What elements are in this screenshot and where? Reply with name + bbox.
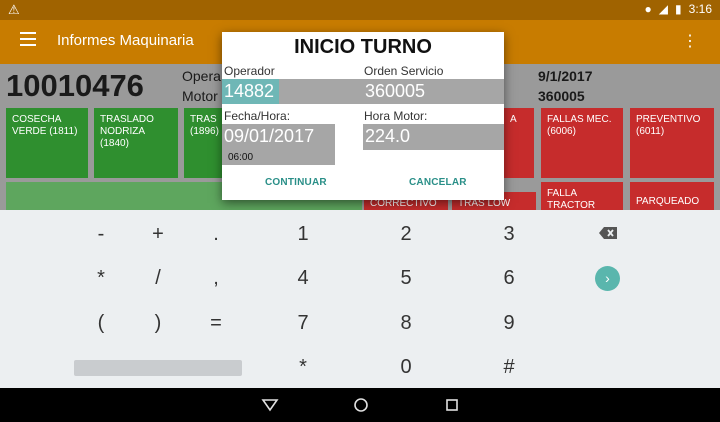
machine-date: 9/1/2017 <box>538 68 593 84</box>
tile-preventivo[interactable]: PREVENTIVO (6011) <box>630 108 714 178</box>
numeric-keyboard: - + . 1 2 3 * / , 4 5 6 › ( ) = 7 8 9 * … <box>0 210 720 388</box>
key-2[interactable]: 2 <box>386 223 426 246</box>
tile-parqueado[interactable]: PARQUEADO <box>630 182 714 210</box>
space-key[interactable] <box>74 360 242 376</box>
hora-motor-label: Hora Motor: <box>364 109 428 123</box>
location-icon: ● <box>644 2 652 16</box>
key-minus[interactable]: - <box>81 223 121 246</box>
signal-icon: ◢ <box>658 2 669 16</box>
tile-falla-tractor[interactable]: FALLA TRACTOR <box>541 182 623 210</box>
recents-icon[interactable] <box>442 398 462 412</box>
key-0[interactable]: 0 <box>386 356 426 379</box>
key-star[interactable]: * <box>283 356 323 379</box>
tile-tras[interactable]: TRAS (1896) <box>184 108 224 178</box>
key-plus[interactable]: + <box>138 223 178 246</box>
operador-field[interactable]: 14882 <box>222 79 279 104</box>
nav-bar <box>0 388 720 422</box>
enter-next-icon[interactable]: › <box>595 266 620 291</box>
key-6[interactable]: 6 <box>489 267 529 290</box>
key-open-paren[interactable]: ( <box>81 312 121 335</box>
status-time: 3:16 <box>688 2 712 16</box>
motor-label: Motor <box>182 88 218 104</box>
key-5[interactable]: 5 <box>386 267 426 290</box>
hora-value: 06:00 <box>228 152 254 163</box>
machine-id: 10010476 <box>6 68 144 103</box>
key-equals[interactable]: = <box>196 312 236 335</box>
overflow-menu-icon[interactable]: ⋮ <box>682 31 698 51</box>
key-7[interactable]: 7 <box>283 312 323 335</box>
hamburger-menu-icon[interactable] <box>20 32 36 46</box>
key-close-paren[interactable]: ) <box>138 312 178 335</box>
operador-label: Operador <box>224 64 275 78</box>
back-icon[interactable] <box>260 398 280 412</box>
backspace-icon[interactable] <box>598 226 618 240</box>
key-9[interactable]: 9 <box>489 312 529 335</box>
fecha-hora-field[interactable]: 09/01/2017 06:00 <box>222 124 335 165</box>
fecha-value: 09/01/2017 <box>224 126 315 146</box>
key-4[interactable]: 4 <box>283 267 323 290</box>
operator-label: Opera <box>182 68 221 84</box>
hora-motor-field[interactable]: 224.0 <box>363 124 504 150</box>
fecha-hora-label: Fecha/Hora: <box>224 109 291 123</box>
cancelar-button[interactable]: CANCELAR <box>409 177 467 188</box>
operador-field-bg[interactable] <box>279 79 363 104</box>
key-slash[interactable]: / <box>138 267 178 290</box>
continuar-button[interactable]: CONTINUAR <box>265 177 327 188</box>
tile-partial[interactable]: A <box>504 108 534 178</box>
dialog-title: INICIO TURNO <box>294 36 432 58</box>
key-asterisk[interactable]: * <box>81 267 121 290</box>
machine-motor-value: 360005 <box>538 88 585 104</box>
tile-traslado-nodriza[interactable]: TRASLADO NODRIZA (1840) <box>94 108 178 178</box>
key-8[interactable]: 8 <box>386 312 426 335</box>
key-1[interactable]: 1 <box>283 223 323 246</box>
tile-fallas-mec[interactable]: FALLAS MEC. (6006) <box>541 108 623 178</box>
home-icon[interactable] <box>351 397 371 413</box>
key-3[interactable]: 3 <box>489 223 529 246</box>
key-comma[interactable]: , <box>196 267 236 290</box>
inicio-turno-dialog: INICIO TURNO Operador 14882 Orden Servic… <box>222 32 504 200</box>
key-dot[interactable]: . <box>196 223 236 246</box>
key-hash[interactable]: # <box>489 356 529 379</box>
orden-servicio-label: Orden Servicio <box>364 64 444 78</box>
battery-icon: ▮ <box>675 2 682 16</box>
app-title: Informes Maquinaria <box>57 32 194 49</box>
warning-icon: ⚠ <box>8 2 20 17</box>
tile-cosecha-verde[interactable]: COSECHA VERDE (1811) <box>6 108 88 178</box>
status-bar: ⚠ ● ◢ ▮ 3:16 <box>0 0 720 20</box>
orden-servicio-field[interactable]: 360005 <box>363 79 504 104</box>
system-icons: ● ◢ ▮ 3:16 <box>645 2 712 16</box>
